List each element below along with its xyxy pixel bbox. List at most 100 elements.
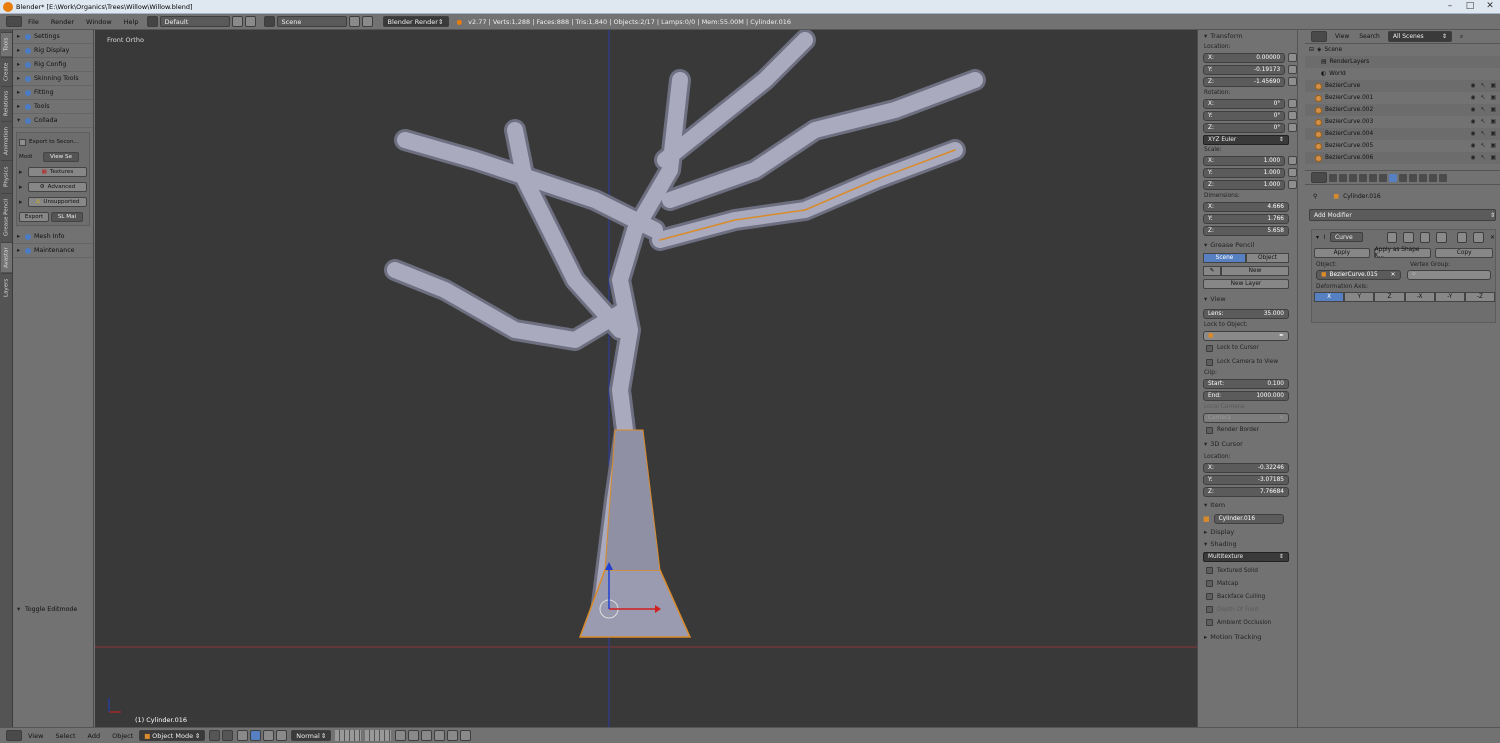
menu-view[interactable]: View	[22, 732, 49, 740]
location-x-field[interactable]: X: 0.00000	[1203, 52, 1286, 63]
eye-icon[interactable]: ◉	[1471, 107, 1476, 113]
menu-object[interactable]: Object	[106, 732, 139, 740]
maximize-icon[interactable]: □	[1464, 1, 1476, 11]
pin-icon[interactable]: ⚲	[1313, 193, 1317, 200]
snap-target-icon[interactable]	[434, 730, 446, 741]
cursor-z-field[interactable]: Z: 7.76684	[1203, 486, 1289, 497]
checkbox[interactable]	[1206, 358, 1213, 366]
axis-neg-y-button[interactable]: -Y	[1434, 292, 1465, 302]
editmode-icon[interactable]	[1386, 231, 1398, 243]
lock-icon[interactable]	[1288, 53, 1297, 62]
axis-y-button[interactable]: Y	[1344, 292, 1375, 302]
backface-culling-check[interactable]: Backface Culling	[1198, 590, 1297, 603]
render-preview-icon[interactable]	[447, 730, 459, 741]
new-layer-button[interactable]: New Layer	[1203, 279, 1289, 289]
scale-x-field[interactable]: X: 1.000	[1203, 155, 1286, 166]
axis-neg-z-button[interactable]: -Z	[1464, 292, 1496, 302]
clip-start-field[interactable]: Start: 0.100	[1203, 378, 1289, 389]
pointer-icon[interactable]: ↖	[1481, 83, 1486, 89]
render-border-check[interactable]: Render Border	[1198, 424, 1297, 436]
export-second-row[interactable]: Export to Secon...	[19, 136, 87, 148]
rotation-z-field[interactable]: Z: 0°	[1203, 122, 1286, 133]
world-tab-icon[interactable]	[1359, 173, 1367, 182]
search-icon[interactable]: ⌕	[1460, 33, 1463, 41]
scene-add-icon[interactable]	[348, 16, 360, 27]
scene-remove-icon[interactable]	[361, 16, 373, 27]
move-down-icon[interactable]	[1473, 231, 1485, 243]
panel-skinning-tools[interactable]: ▸ Skinning Tools	[13, 72, 93, 86]
lock-icon[interactable]	[1288, 99, 1297, 108]
scene-selector[interactable]: Scene	[276, 16, 347, 27]
rotate-icon[interactable]	[263, 730, 275, 741]
move-up-icon[interactable]	[1456, 231, 1468, 243]
outliner-row-curve[interactable]: BezierCurve ◉ ↖ ▣	[1305, 80, 1500, 92]
checkbox[interactable]	[1206, 426, 1213, 434]
menu-render[interactable]: Render	[45, 18, 80, 26]
panel-view[interactable]: ▾ View	[1198, 293, 1297, 305]
lens-field[interactable]: Lens: 35.000	[1203, 308, 1289, 319]
pointer-icon[interactable]: ↖	[1481, 107, 1486, 113]
checkbox[interactable]	[1206, 593, 1213, 600]
clip-end-field[interactable]: End: 1000.000	[1203, 390, 1289, 401]
manipulator-icon[interactable]	[237, 730, 249, 741]
lock-object-field[interactable]: ■ ✒	[1203, 330, 1289, 341]
camera-icon[interactable]: ▣	[1491, 119, 1496, 125]
mode-select[interactable]: ■ Object Mode ⇕	[139, 730, 206, 741]
outliner-row-scene[interactable]: ⊟ ◈ Scene	[1305, 44, 1500, 56]
vertex-group-field[interactable]: ⁘	[1406, 270, 1491, 280]
camera-icon[interactable]: ▣	[1491, 83, 1496, 89]
eye-icon[interactable]: ◉	[1471, 131, 1476, 137]
modifiers-tab-icon[interactable]	[1389, 173, 1397, 182]
pointer-icon[interactable]: ↖	[1481, 119, 1486, 125]
apply-button[interactable]: Apply	[1314, 248, 1370, 258]
menu-select[interactable]: Select	[49, 732, 81, 740]
tab-avastar[interactable]: Avastar	[1, 242, 12, 272]
rotation-mode-select[interactable]: XYZ Euler ⇕	[1203, 135, 1289, 145]
remove-modifier-icon[interactable]: ✕	[1490, 234, 1495, 241]
menu-help[interactable]: Help	[118, 18, 145, 26]
layout-add-icon[interactable]	[231, 16, 243, 27]
lock-icon[interactable]	[1288, 123, 1297, 132]
location-y-field[interactable]: Y: -0.19173	[1203, 64, 1286, 75]
checkbox[interactable]	[19, 138, 26, 146]
menu-add[interactable]: Add	[82, 732, 107, 740]
layout-remove-icon[interactable]	[244, 16, 256, 27]
pivot-icon[interactable]	[222, 730, 234, 741]
tab-layers[interactable]: Layers	[1, 273, 12, 301]
object-tab-icon[interactable]	[1369, 173, 1377, 182]
eye-icon[interactable]: ◉	[1471, 119, 1476, 125]
pencil-icon[interactable]: ✎	[1203, 266, 1221, 276]
render-icon[interactable]	[1436, 231, 1447, 243]
modifiers-select[interactable]: View Se	[43, 152, 79, 162]
panel-transform[interactable]: ▾ Transform	[1198, 30, 1297, 42]
lock-icon[interactable]	[1288, 180, 1297, 189]
checkbox[interactable]	[1206, 567, 1213, 574]
export-format-select[interactable]: SL Mai	[51, 212, 83, 222]
panel-item[interactable]: ▾ Item	[1198, 499, 1297, 511]
rotation-y-field[interactable]: Y: 0°	[1203, 110, 1286, 121]
copy-button[interactable]: Copy	[1435, 248, 1493, 258]
gp-object-button[interactable]: Object	[1246, 253, 1289, 263]
advanced-button[interactable]: ⚙ Advanced	[27, 182, 87, 192]
layout-selector[interactable]: Default	[159, 16, 230, 27]
panel-motion-tracking[interactable]: ▸ Motion Tracking	[1198, 631, 1297, 643]
texture-tab-icon[interactable]	[1419, 173, 1427, 182]
axis-neg-x-button[interactable]: -X	[1404, 292, 1435, 302]
axis-x-button[interactable]: X	[1314, 292, 1345, 302]
layers-tab-icon[interactable]	[1339, 173, 1347, 182]
camera-icon[interactable]: ▣	[1491, 95, 1496, 101]
add-modifier-select[interactable]: Add Modifier ⇕	[1309, 209, 1496, 221]
lock-icon[interactable]	[1288, 111, 1297, 120]
lock-to-cursor-check[interactable]: Lock to Cursor	[1198, 342, 1297, 354]
layer-buttons-a[interactable]	[335, 730, 362, 741]
eyedropper-icon[interactable]: ✒	[1279, 333, 1284, 339]
tab-create[interactable]: Create	[1, 57, 12, 85]
collapse-icon[interactable]: ▾	[1316, 234, 1319, 241]
modifier-name-field[interactable]: Curve	[1329, 232, 1363, 242]
scale-icon[interactable]	[276, 730, 288, 741]
location-z-field[interactable]: Z: -1.45690	[1203, 76, 1286, 87]
clear-icon[interactable]: ✕	[1391, 272, 1396, 278]
3d-viewport[interactable]: Front Ortho (1) Cylinder.016	[95, 30, 1197, 727]
physics-tab-icon[interactable]	[1439, 173, 1447, 182]
shading-mode-select[interactable]: Multitexture ⇕	[1203, 552, 1289, 562]
